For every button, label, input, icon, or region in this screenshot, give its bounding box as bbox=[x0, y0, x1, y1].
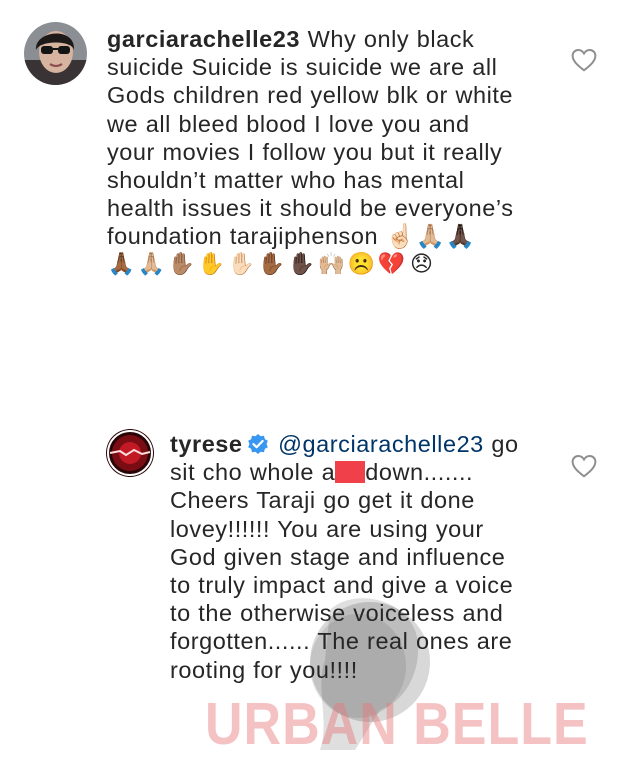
username-link[interactable]: garciarachelle23 bbox=[107, 26, 300, 52]
emoji: 🙏🏿 bbox=[445, 223, 476, 250]
comment-line: suicide Suicide is suicide we are all bbox=[107, 54, 498, 81]
comment-line: foundation tarajiphenson ☝🏻🙏🏼🙏🏿 bbox=[107, 222, 577, 250]
comment-text: sit cho whole a bbox=[170, 459, 336, 486]
emoji: ☝🏻 bbox=[385, 223, 416, 250]
comment-line: tyrese @garciarachelle23 go bbox=[170, 430, 550, 458]
comment-line: forgotten...... The real ones are bbox=[170, 628, 513, 655]
watermark-text: URBAN BELLE bbox=[205, 691, 589, 758]
redaction-block bbox=[335, 461, 366, 484]
heart-outline-icon[interactable] bbox=[571, 48, 597, 72]
comment-line: Cheers Taraji go get it done bbox=[170, 487, 475, 514]
comment-line: shouldn’t matter who has mental bbox=[107, 167, 465, 194]
comment-text: down....... bbox=[365, 459, 474, 486]
comment-line: Gods children red yellow blk or white bbox=[107, 82, 514, 109]
comment-line: your movies I follow you but it really bbox=[107, 138, 503, 165]
emoji: 🙏🏼 bbox=[137, 251, 167, 277]
username-link[interactable]: tyrese bbox=[170, 431, 243, 457]
verified-badge-icon bbox=[247, 433, 269, 455]
comment-body: tyrese @garciarachelle23 go sit cho whol… bbox=[170, 430, 550, 684]
comment-line: health issues it should be everyone’s bbox=[107, 195, 514, 222]
mention-link[interactable]: @garciarachelle23 bbox=[278, 431, 484, 457]
emoji: ✋🏽 bbox=[167, 251, 197, 277]
comment-line: we all bleed blood I love you and bbox=[107, 110, 470, 137]
emoji: ☹️ bbox=[347, 251, 377, 277]
comment-line: God given stage and influence bbox=[170, 543, 506, 570]
emoji: ✋🏻 bbox=[227, 251, 257, 277]
emoji: ✋🏾 bbox=[257, 251, 287, 277]
comment-text: Why only black bbox=[300, 26, 475, 52]
emoji: ✋🏿 bbox=[287, 251, 317, 277]
comment-line: rooting for you!!!! bbox=[170, 656, 358, 683]
emoji: 🙏🏼 bbox=[415, 223, 446, 250]
emoji: 😞 bbox=[410, 251, 434, 277]
avatar[interactable] bbox=[24, 22, 87, 85]
avatar[interactable] bbox=[106, 429, 154, 477]
comment-text: go bbox=[483, 431, 519, 457]
comment-body: garciarachelle23 Why only black suicide … bbox=[107, 25, 577, 279]
emoji: 🙏🏾 bbox=[107, 251, 137, 277]
comment-text: foundation tarajiphenson bbox=[107, 223, 379, 250]
comment-line: lovey!!!!!! You are using your bbox=[170, 515, 484, 542]
comment-line: to truly impact and give a voice bbox=[170, 572, 514, 599]
emoji: 💔 bbox=[377, 251, 407, 277]
comment-line: garciarachelle23 Why only black bbox=[107, 25, 577, 53]
emoji: ✋ bbox=[197, 251, 227, 277]
emoji-row: 🙏🏾🙏🏼✋🏽✋✋🏻✋🏾✋🏿🙌🏼☹️💔 😞 bbox=[107, 251, 577, 279]
heart-outline-icon[interactable] bbox=[571, 454, 597, 478]
comment-line: to the otherwise voiceless and bbox=[170, 600, 504, 627]
comment-line: sit cho whole a down....... bbox=[170, 458, 550, 486]
emoji: 🙌🏼 bbox=[317, 251, 347, 277]
